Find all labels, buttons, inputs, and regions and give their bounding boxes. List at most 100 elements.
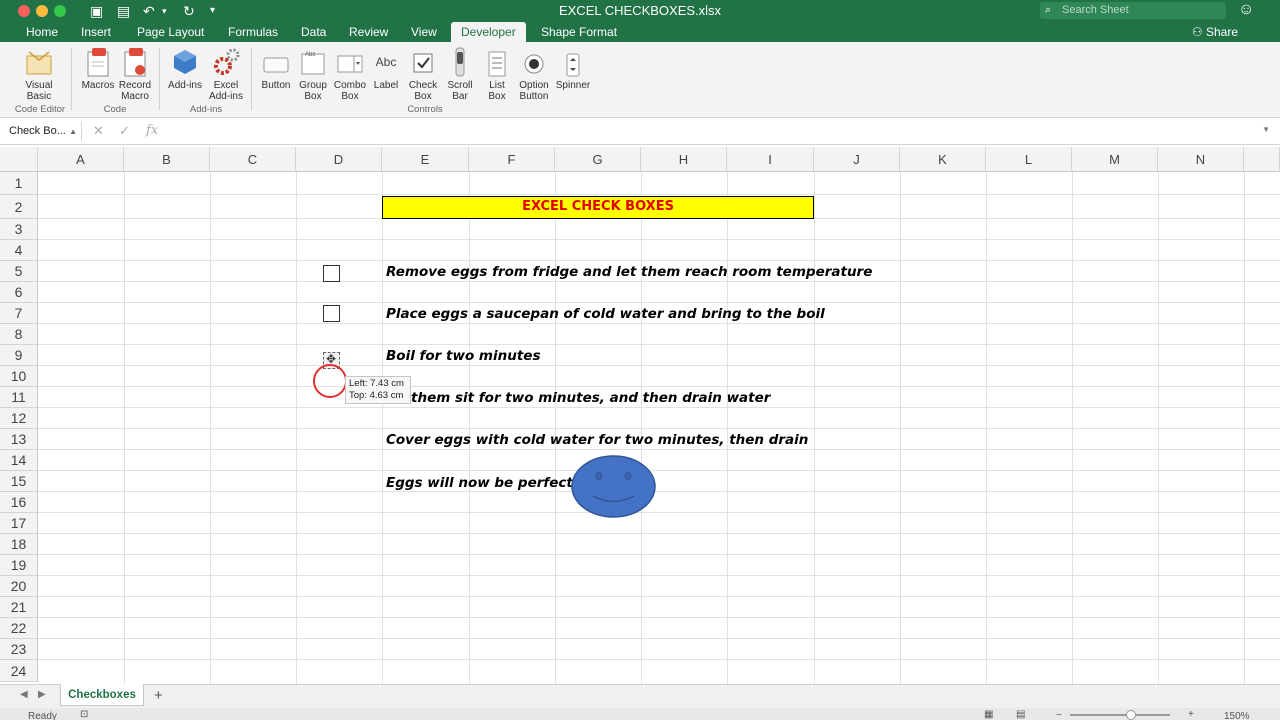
row-header-19[interactable]: 19 — [0, 555, 38, 576]
column-header-n[interactable]: N — [1158, 147, 1244, 172]
column-header-f[interactable]: F — [469, 147, 555, 172]
visual-basic-button[interactable]: Visual Basic — [20, 46, 58, 102]
row-header-20[interactable]: 20 — [0, 576, 38, 597]
checkbox-row-5[interactable] — [323, 265, 340, 282]
spinner-button[interactable]: Spinner — [555, 46, 591, 91]
row-header-14[interactable]: 14 — [0, 450, 38, 471]
row-header-10[interactable]: 10 — [0, 366, 38, 387]
task-perfect[interactable]: Eggs will now be perfect !! — [386, 475, 590, 491]
enter-check-icon[interactable]: ✓ — [119, 123, 130, 139]
visual-basic-label-2: Basic — [26, 91, 52, 102]
tab-developer[interactable]: Developer — [451, 22, 526, 42]
column-header-i[interactable]: I — [727, 147, 814, 172]
row-header-1[interactable]: 1 — [0, 172, 38, 195]
search-sheet-input[interactable]: ⌕ Search Sheet — [1040, 2, 1226, 19]
row-header-4[interactable]: 4 — [0, 240, 38, 261]
name-box[interactable]: Check Bo... ▲▼ — [4, 122, 82, 155]
task-cover-eggs[interactable]: Cover eggs with cold water for two minut… — [386, 432, 808, 448]
tab-page-layout[interactable]: Page Layout — [127, 22, 214, 42]
column-header-g[interactable]: G — [555, 147, 641, 172]
row-header-24[interactable]: 24 — [0, 660, 38, 682]
row-header-15[interactable]: 15 — [0, 471, 38, 492]
row-header-5[interactable]: 5 — [0, 261, 38, 282]
tab-view[interactable]: View — [401, 22, 447, 42]
row-header-17[interactable]: 17 — [0, 513, 38, 534]
group-box-button[interactable]: Abc Group Box — [296, 46, 330, 102]
row-header-23[interactable]: 23 — [0, 639, 38, 660]
row-header-3[interactable]: 3 — [0, 219, 38, 240]
check-box-button[interactable]: Check Box — [406, 46, 440, 102]
option-button-button[interactable]: Option Button — [515, 46, 553, 102]
tab-insert[interactable]: Insert — [71, 22, 121, 42]
column-header-o[interactable] — [1244, 147, 1280, 172]
row-header-18[interactable]: 18 — [0, 534, 38, 555]
task-remove-eggs[interactable]: Remove eggs from fridge and let them rea… — [386, 264, 872, 280]
task-boil[interactable]: Boil for two minutes — [386, 348, 541, 364]
record-macro-button[interactable]: Record Macro — [117, 46, 153, 102]
zoom-slider-thumb[interactable] — [1126, 710, 1136, 720]
cancel-icon[interactable]: ✕ — [93, 123, 104, 139]
normal-view-icon[interactable]: ▦ — [984, 709, 993, 720]
column-header-j[interactable]: J — [814, 147, 900, 172]
row-header-12[interactable]: 12 — [0, 408, 38, 429]
column-header-d[interactable]: D — [296, 147, 382, 172]
row-header-13[interactable]: 13 — [0, 429, 38, 450]
record-macro-label-2: Macro — [121, 91, 149, 102]
tab-shape-format[interactable]: Shape Format — [531, 22, 627, 42]
zoom-in-icon[interactable]: + — [1188, 709, 1194, 720]
select-all-corner[interactable] — [0, 147, 38, 172]
row-header-11[interactable]: 11 — [0, 387, 38, 408]
list-box-button[interactable]: List Box — [480, 46, 514, 102]
sheet-tab-checkboxes[interactable]: Checkboxes — [60, 684, 144, 706]
row-header-6[interactable]: 6 — [0, 282, 38, 303]
column-header-h[interactable]: H — [641, 147, 727, 172]
button-control-button[interactable]: Button — [258, 46, 294, 91]
addins-button[interactable]: Add-ins — [166, 46, 204, 91]
sheet-title-cell[interactable]: EXCEL CHECK BOXES — [382, 196, 814, 219]
label-control-button[interactable]: Abc Label — [370, 46, 402, 91]
column-header-e[interactable]: E — [382, 147, 469, 172]
share-button[interactable]: ⚇ Share — [1192, 24, 1238, 40]
macros-button[interactable]: Macros — [80, 46, 116, 91]
combo-box-button[interactable]: Combo Box — [332, 46, 368, 102]
gridline — [38, 239, 1280, 240]
row-header-8[interactable]: 8 — [0, 324, 38, 345]
column-header-l[interactable]: L — [986, 147, 1072, 172]
option-button-icon — [519, 46, 549, 78]
zoom-out-icon[interactable]: − — [1056, 710, 1062, 720]
worksheet-grid[interactable]: A B C D E F G H I J K L M N 1 2 3 4 5 6 … — [0, 147, 1280, 684]
row-header-16[interactable]: 16 — [0, 492, 38, 513]
row-header-9[interactable]: 9 — [0, 345, 38, 366]
next-sheet-icon[interactable]: ▶ — [38, 689, 46, 700]
row-header-7[interactable]: 7 — [0, 303, 38, 324]
column-header-k[interactable]: K — [900, 147, 986, 172]
expand-formula-bar-icon[interactable]: ▼ — [1262, 125, 1270, 134]
row-header-21[interactable]: 21 — [0, 597, 38, 618]
row-header-2[interactable]: 2 — [0, 195, 38, 219]
scroll-bar-button[interactable]: Scroll Bar — [443, 46, 477, 102]
insert-function-icon[interactable]: fx — [146, 123, 158, 138]
column-header-a[interactable]: A — [38, 147, 124, 172]
column-header-m[interactable]: M — [1072, 147, 1158, 172]
task-place-eggs[interactable]: Place eggs a saucepan of cold water and … — [386, 306, 825, 322]
excel-addins-button[interactable]: Excel Add-ins — [206, 46, 246, 102]
task-let-sit[interactable]: them sit for two minutes, and then drain… — [411, 390, 770, 406]
combo-box-label-2: Box — [341, 91, 359, 102]
row-header-22[interactable]: 22 — [0, 618, 38, 639]
tab-review[interactable]: Review — [339, 22, 398, 42]
add-sheet-icon[interactable]: + — [154, 687, 163, 704]
checkbox-row-7[interactable] — [323, 305, 340, 322]
column-header-b[interactable]: B — [124, 147, 210, 172]
smiley-face-shape[interactable] — [571, 455, 656, 518]
page-layout-view-icon[interactable]: ▤ — [1016, 709, 1025, 720]
column-header-c[interactable]: C — [210, 147, 296, 172]
tab-home[interactable]: Home — [16, 22, 68, 42]
tab-formulas[interactable]: Formulas — [218, 22, 288, 42]
macro-record-icon[interactable]: ⊡ — [80, 709, 88, 720]
status-ready: Ready — [28, 711, 57, 720]
feedback-smiley-icon[interactable]: ☺ — [1238, 1, 1254, 19]
zoom-level[interactable]: 150% — [1224, 711, 1250, 720]
tab-data[interactable]: Data — [291, 22, 336, 42]
zoom-slider[interactable] — [1070, 714, 1170, 716]
prev-sheet-icon[interactable]: ◀ — [20, 689, 28, 700]
